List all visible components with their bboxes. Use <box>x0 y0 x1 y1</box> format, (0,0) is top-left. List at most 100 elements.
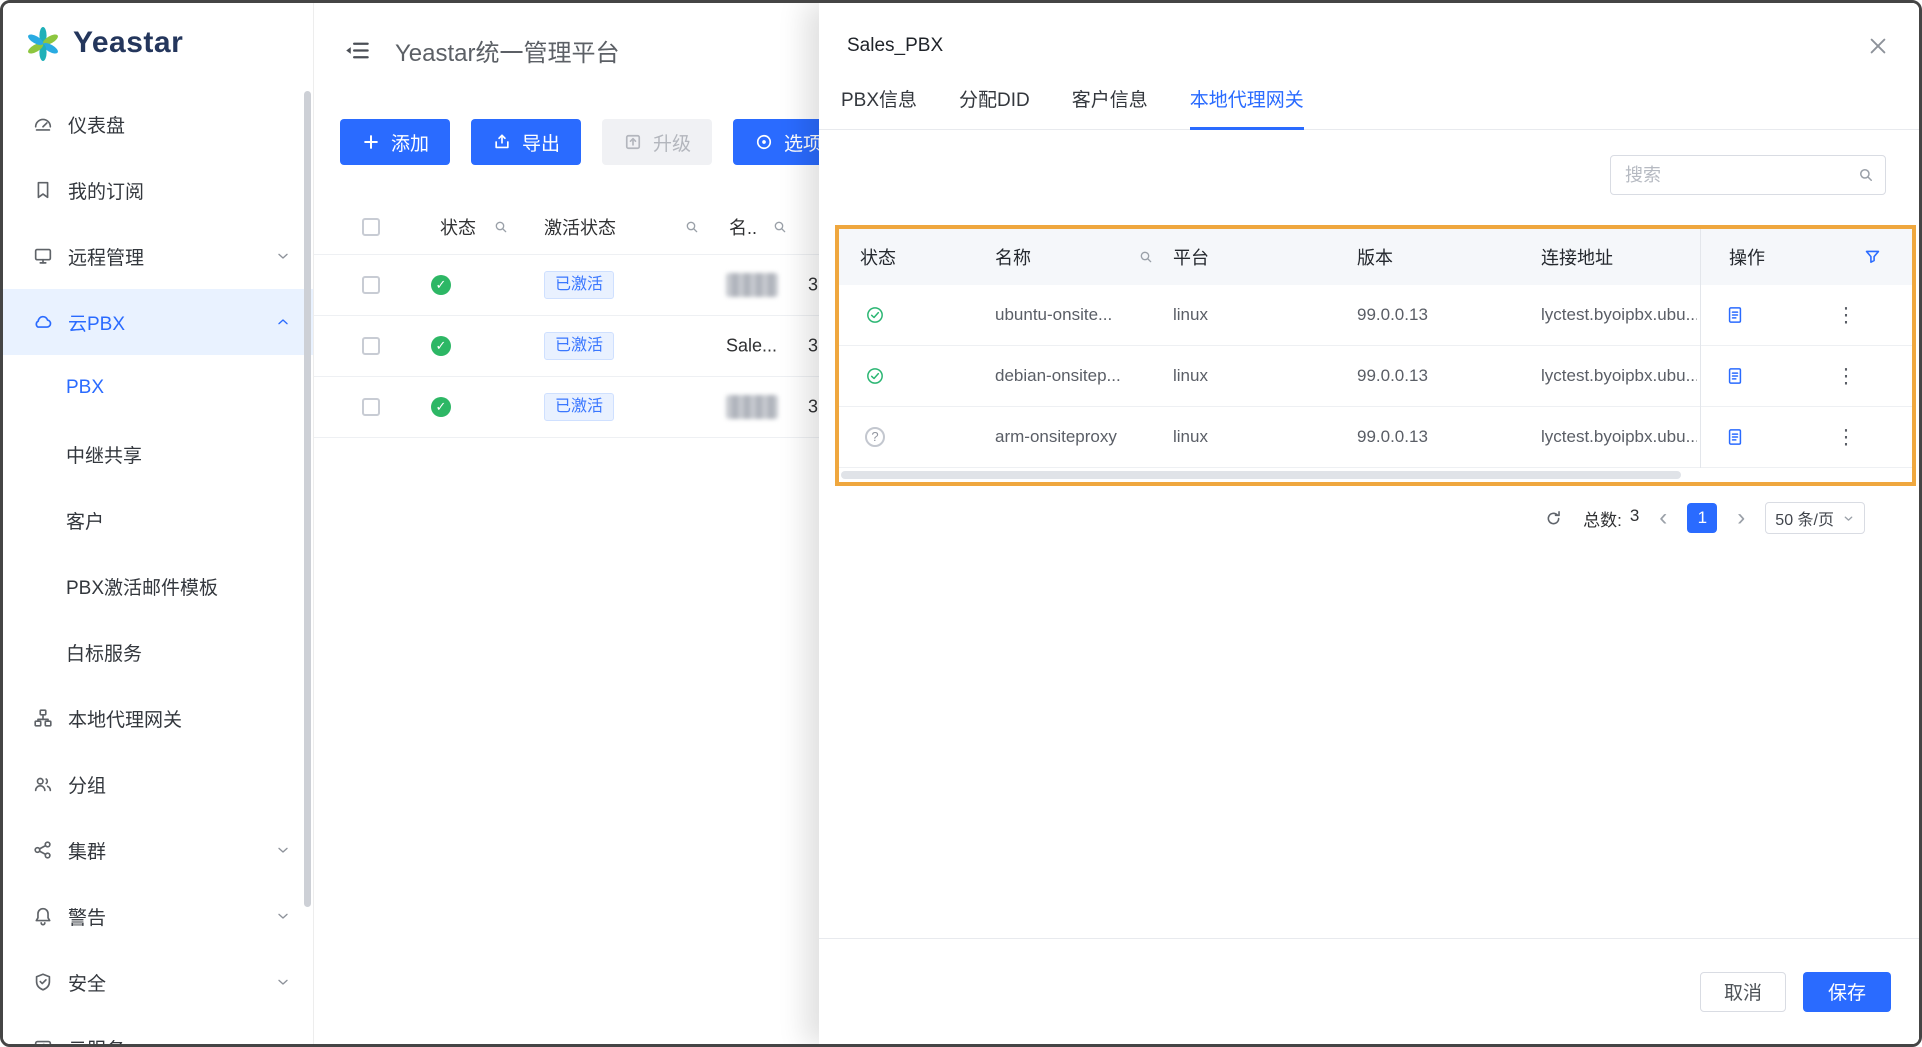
total-count: 总数:3 <box>1583 506 1639 531</box>
upgrade-button[interactable]: 升级 <box>602 119 712 165</box>
next-page-icon[interactable]: › <box>1737 504 1745 532</box>
search-icon[interactable] <box>684 219 700 235</box>
prev-page-icon[interactable]: ‹ <box>1659 504 1667 532</box>
sidebar-item-label: 中继共享 <box>66 441 142 468</box>
cluster-icon <box>32 839 54 861</box>
pagination: 总数:3 ‹ 1 › 50 条/页 <box>819 502 1865 534</box>
sidebar-item-remote-management[interactable]: 远程管理 <box>3 223 313 289</box>
collapse-sidebar-icon[interactable] <box>344 37 371 64</box>
sidebar-item-cluster[interactable]: 集群 <box>3 817 313 883</box>
sidebar-item-dashboard[interactable]: 仪表盘 <box>3 91 313 157</box>
app-window: Yeastar 仪表盘 我的订阅 远程管理 云PBX PBX <box>0 0 1922 1047</box>
sidebar-item-label: 警告 <box>68 903 106 930</box>
tab-customer-info[interactable]: 客户信息 <box>1072 85 1148 129</box>
more-actions-icon[interactable]: ⋮ <box>1836 425 1856 450</box>
close-icon[interactable] <box>1867 35 1889 57</box>
sidebar-item-groups[interactable]: 分组 <box>3 751 313 817</box>
yeastar-logo-icon <box>23 23 63 63</box>
drawer-footer: 取消 保存 <box>819 938 1919 1044</box>
upgrade-button-label: 升级 <box>653 129 691 156</box>
report-icon[interactable] <box>1725 366 1745 386</box>
save-button[interactable]: 保存 <box>1803 972 1891 1012</box>
total-value: 3 <box>1630 506 1639 531</box>
search-icon[interactable] <box>1138 249 1154 265</box>
row-count: 3 <box>808 336 818 357</box>
search-icon[interactable] <box>1857 166 1875 184</box>
gateway-row[interactable]: debian-onsitep... linux 99.0.0.13 lyctes… <box>839 346 1912 407</box>
sidebar-item-subscriptions[interactable]: 我的订阅 <box>3 157 313 223</box>
sidebar-item-local-proxy-gateway[interactable]: 本地代理网关 <box>3 685 313 751</box>
select-all-checkbox[interactable] <box>362 218 380 236</box>
status-active-icon: ✓ <box>431 397 451 417</box>
column-name: 名.. <box>729 214 757 240</box>
row-count: 3 <box>808 275 818 296</box>
more-actions-icon[interactable]: ⋮ <box>1836 364 1856 389</box>
drawer-header: Sales_PBX <box>819 3 1919 57</box>
gateway-version: 99.0.0.13 <box>1357 305 1428 325</box>
tab-local-proxy-gateway[interactable]: 本地代理网关 <box>1190 85 1304 129</box>
page-size-value: 50 条/页 <box>1775 506 1834 530</box>
chevron-down-icon <box>1842 512 1855 525</box>
gateway-row[interactable]: ? arm-onsiteproxy linux 99.0.0.13 lyctes… <box>839 407 1912 468</box>
chevron-down-icon <box>275 842 291 858</box>
sidebar-item-label: 客户 <box>66 507 104 534</box>
sidebar-item-label: 云PBX <box>68 309 125 336</box>
export-button[interactable]: 导出 <box>471 119 581 165</box>
sidebar-item-customers[interactable]: 客户 <box>3 487 313 553</box>
tab-pbx-info[interactable]: PBX信息 <box>841 85 917 129</box>
horizontal-scrollbar[interactable] <box>841 471 1681 479</box>
sidebar-item-alerts[interactable]: 警告 <box>3 883 313 949</box>
subscription-icon <box>32 179 54 201</box>
column-status: 状态 <box>440 214 476 240</box>
gateway-table-header: 状态 名称 平台 版本 连接地址 操作 <box>839 229 1912 285</box>
row-count: 3 <box>808 397 818 418</box>
search-icon[interactable] <box>493 219 509 235</box>
row-checkbox[interactable] <box>362 276 380 294</box>
sidebar-nav: 仪表盘 我的订阅 远程管理 云PBX PBX 中继共享 <box>3 91 313 1044</box>
add-button[interactable]: 添加 <box>340 119 450 165</box>
export-button-label: 导出 <box>522 129 560 156</box>
column-address: 连接地址 <box>1541 244 1697 270</box>
gateway-name: arm-onsiteproxy <box>995 427 1117 447</box>
sidebar-item-security[interactable]: 安全 <box>3 949 313 1015</box>
redacted-name <box>726 395 778 419</box>
page-size-select[interactable]: 50 条/页 <box>1765 502 1865 534</box>
search-row <box>819 155 1886 195</box>
sidebar-scrollbar[interactable] <box>304 91 311 907</box>
activation-badge: 已激活 <box>544 332 614 360</box>
upgrade-icon <box>623 132 643 152</box>
more-actions-icon[interactable]: ⋮ <box>1836 303 1856 328</box>
sidebar-item-cloud-services[interactable]: 云服务 <box>3 1015 313 1044</box>
search-icon[interactable] <box>772 219 788 235</box>
search-box <box>1610 155 1886 195</box>
sidebar-item-pbx[interactable]: PBX <box>3 355 313 421</box>
status-ok-icon <box>865 305 885 325</box>
sidebar-item-label: 安全 <box>68 969 106 996</box>
logo: Yeastar <box>3 3 313 67</box>
gateway-version: 99.0.0.13 <box>1357 427 1428 447</box>
report-icon[interactable] <box>1725 305 1745 325</box>
cancel-button[interactable]: 取消 <box>1700 972 1786 1012</box>
refresh-icon[interactable] <box>1544 509 1563 528</box>
filter-icon[interactable] <box>1863 248 1882 267</box>
sidebar-item-white-label-service[interactable]: 白标服务 <box>3 619 313 685</box>
gateway-version: 99.0.0.13 <box>1357 366 1428 386</box>
logo-text: Yeastar <box>73 26 183 60</box>
gateway-row[interactable]: ubuntu-onsite... linux 99.0.0.13 lyctest… <box>839 285 1912 346</box>
tab-assign-did[interactable]: 分配DID <box>959 85 1030 129</box>
search-input[interactable] <box>1610 155 1886 195</box>
chevron-down-icon <box>275 908 291 924</box>
page-number[interactable]: 1 <box>1687 503 1717 533</box>
row-checkbox[interactable] <box>362 337 380 355</box>
sidebar: Yeastar 仪表盘 我的订阅 远程管理 云PBX PBX <box>3 3 314 1044</box>
sidebar-item-pbx-activation-email-template[interactable]: PBX激活邮件模板 <box>3 553 313 619</box>
sidebar-item-trunk-sharing[interactable]: 中继共享 <box>3 421 313 487</box>
drawer-tabs: PBX信息 分配DID 客户信息 本地代理网关 <box>819 85 1919 130</box>
report-icon[interactable] <box>1725 427 1745 447</box>
column-platform: 平台 <box>1173 244 1209 270</box>
sidebar-item-cloud-pbx[interactable]: 云PBX <box>3 289 313 355</box>
export-icon <box>492 132 512 152</box>
row-checkbox[interactable] <box>362 398 380 416</box>
dashboard-icon <box>32 113 54 135</box>
status-active-icon: ✓ <box>431 275 451 295</box>
